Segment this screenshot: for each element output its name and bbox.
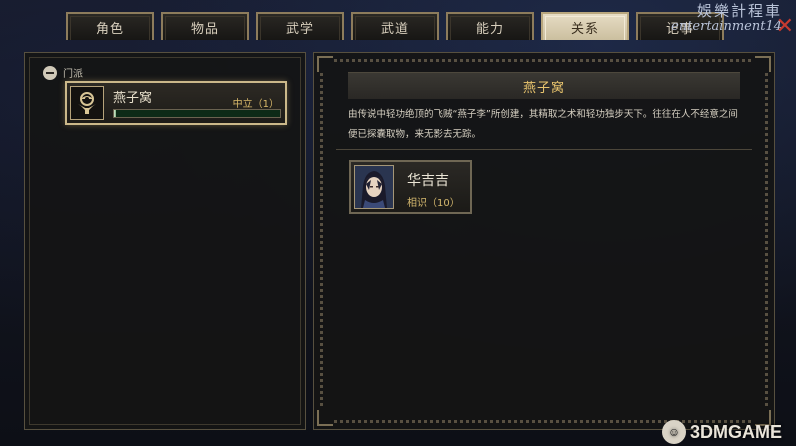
tab-label: 关系 [570,21,599,37]
frame-border-pattern [334,59,754,62]
collapse-icon[interactable] [43,65,57,80]
watermark-x-icon: ✕ [775,14,794,39]
faction-standing: 中立（1） [232,99,279,110]
faction-description: 由传说中轻功绝顶的飞贼“燕子李”所创建，其精取之术和轻功独步天下。往往在人不经意… [348,109,738,140]
watermark: 娛樂計程車 entertainment14 [671,2,782,34]
frame-corner [755,56,771,72]
tab-label: 武学 [285,21,314,37]
tab-bar: 角色 物品 武学 武道 能力 关系 记事 [66,12,731,40]
swallow-emblem-icon [70,86,104,120]
member-card[interactable]: 华吉吉 相识（10） [349,160,472,214]
reputation-bar [113,109,281,118]
faction-item[interactable]: 燕子窝 中立（1） [65,81,287,125]
logo-mark-icon: ☺ [661,420,686,444]
tab-abilities[interactable]: 能力 [446,12,534,40]
tab-label: 角色 [95,21,124,37]
logo-text: 3DMGAME [689,421,782,442]
tab-relations[interactable]: 关系 [541,12,629,40]
site-logo: ☺ 3DMGAME [661,420,782,444]
tab-character[interactable]: 角色 [66,12,154,40]
category-header[interactable]: 门派 [43,65,83,80]
character-portrait-icon [354,165,394,209]
faction-name: 燕子窝 [113,91,153,106]
divider [336,149,752,150]
frame-corner [317,410,333,426]
category-label: 门派 [63,69,83,80]
tab-martial-arts[interactable]: 武学 [256,12,344,40]
reputation-bar-fill [114,110,116,117]
tab-martial-way[interactable]: 武道 [351,12,439,40]
frame-border-pattern [320,73,323,409]
member-name: 华吉吉 [407,173,449,189]
tab-items[interactable]: 物品 [161,12,249,40]
watermark-subtitle: entertainment14 [671,18,782,34]
frame-corner [317,56,333,72]
faction-list-panel: 门派 燕子窝 中立（1） [24,52,306,430]
watermark-title: 娛樂計程車 [696,2,782,20]
tab-label: 物品 [190,21,219,37]
game-screen: 角色 物品 武学 武道 能力 关系 记事 娛樂計程車 entertainment… [0,0,796,446]
member-relation: 相识（10） [407,198,460,209]
faction-title: 燕子窝 [348,72,740,99]
frame-border-pattern [765,73,768,409]
faction-detail-panel: 燕子窝 由传说中轻功绝顶的飞贼“燕子李”所创建，其精取之术和轻功独步天下。往往在… [313,52,775,430]
tab-label: 武道 [380,21,409,37]
tab-label: 能力 [475,21,504,37]
